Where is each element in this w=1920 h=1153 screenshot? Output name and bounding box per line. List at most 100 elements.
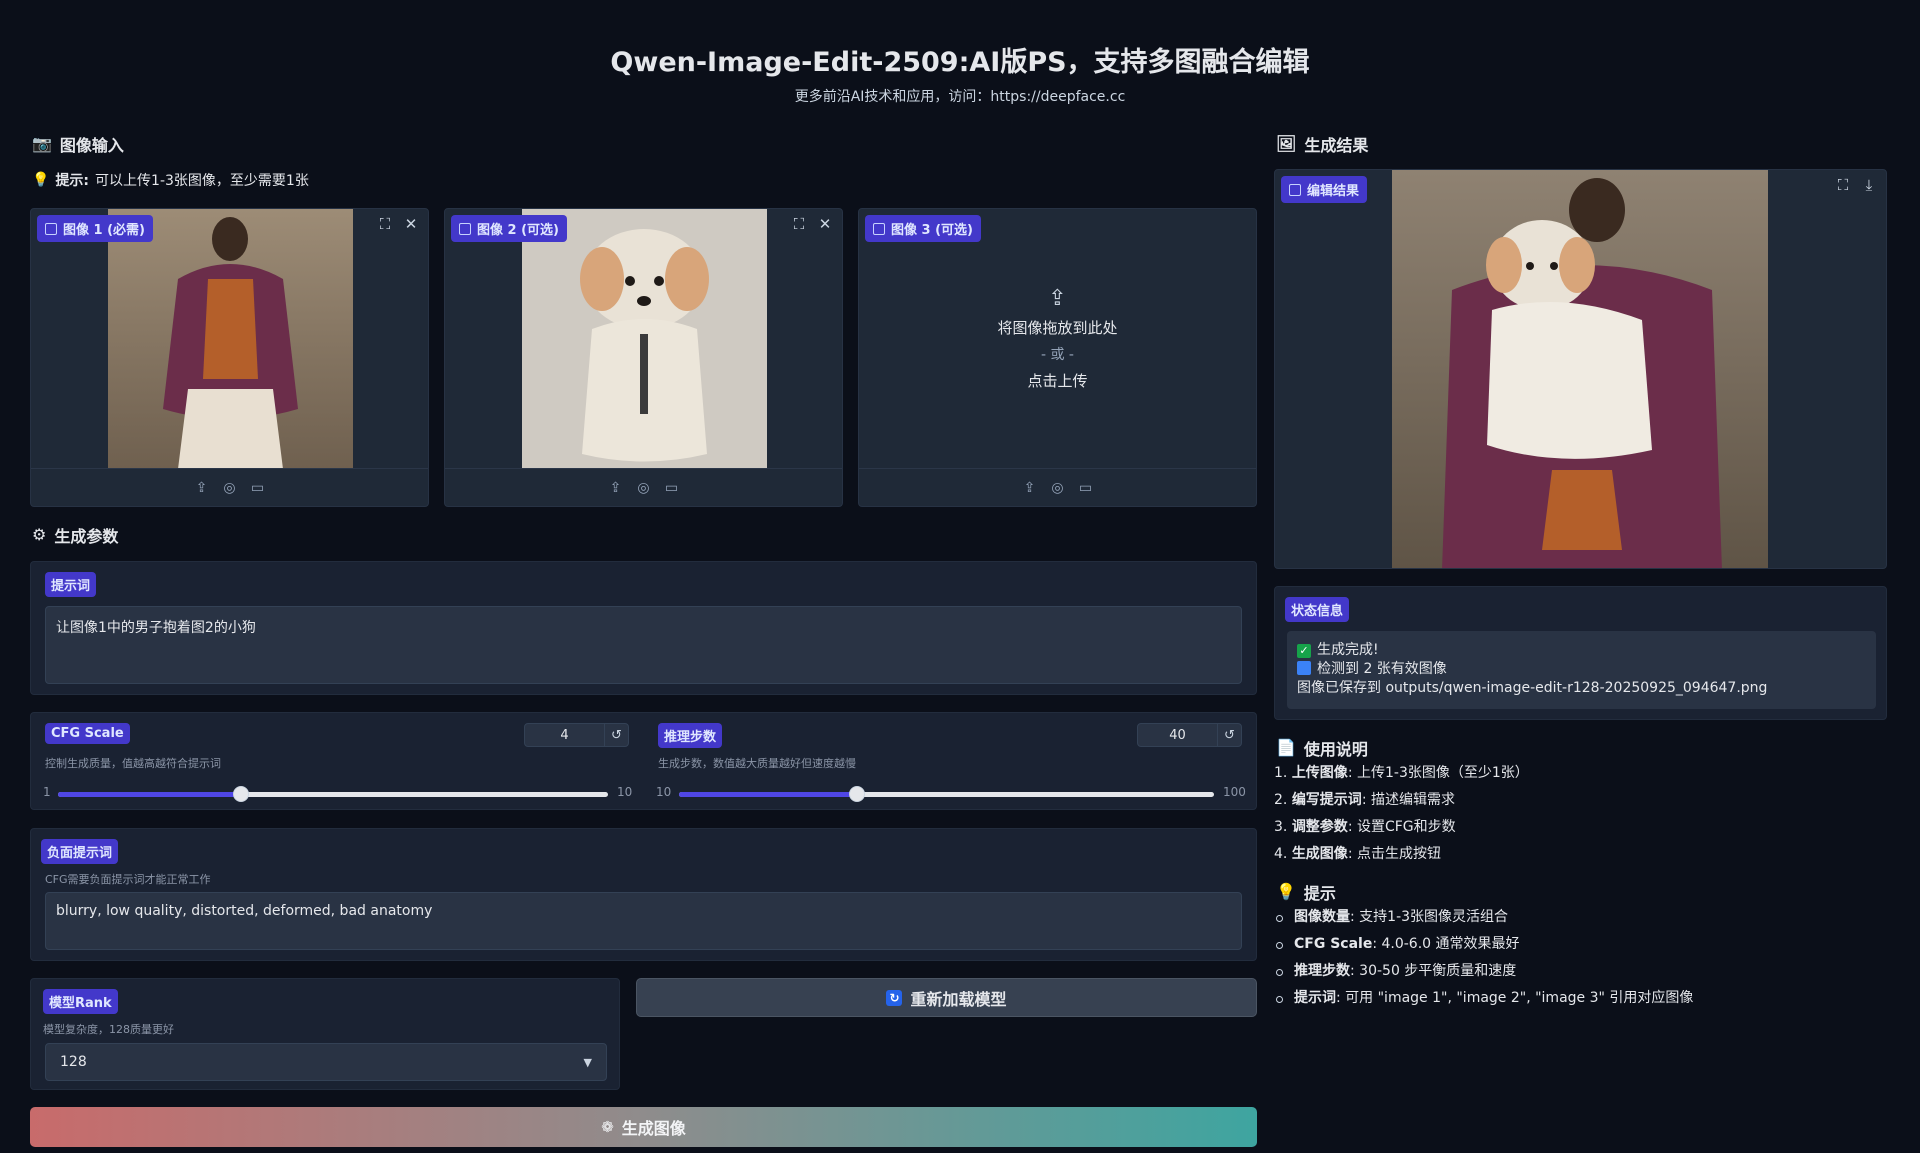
webcam-icon[interactable]: ◎ xyxy=(221,479,239,497)
reload-model-button[interactable]: ↻ 重新加载模型 xyxy=(636,978,1257,1017)
image-upload-2[interactable]: 图像 2 (可选) ⛶ ✕ ⇪ ◎ ▭ xyxy=(444,208,843,507)
tip-text: : 4.0-6.0 通常效果最好 xyxy=(1372,936,1520,952)
params-section-title: ⚙ 生成参数 xyxy=(32,523,118,547)
negative-prompt-value: blurry, low quality, distorted, deformed… xyxy=(56,903,433,919)
tip-text: : 支持1-3张图像灵活组合 xyxy=(1350,909,1509,925)
image-3-drop-zone[interactable]: ⇪ 将图像拖放到此处 - 或 - 点击上传 xyxy=(859,209,1256,468)
status-label: 状态信息 xyxy=(1285,597,1350,622)
fullscreen-icon[interactable]: ⛶ xyxy=(1834,176,1852,194)
lightbulb-icon: 💡 xyxy=(1276,882,1296,901)
prompt-input[interactable]: 让图像1中的男子抱着图2的小狗 xyxy=(45,606,1242,684)
usage-title-text: 使用说明 xyxy=(1303,740,1368,759)
reset-icon[interactable]: ↺ xyxy=(1217,724,1241,746)
tip-item: CFG Scale: 4.0-6.0 通常效果最好 xyxy=(1274,931,1894,958)
hint-label: 提示: xyxy=(55,173,90,189)
tip-title: 图像数量 xyxy=(1294,909,1350,925)
result-section-title: 🖼 生成结果 xyxy=(1276,132,1368,156)
download-icon[interactable]: ⤓ xyxy=(1860,176,1878,194)
fullscreen-icon[interactable]: ⛶ xyxy=(790,215,808,233)
prompt-value: 让图像1中的男子抱着图2的小狗 xyxy=(56,620,256,636)
clipboard-icon[interactable]: ▭ xyxy=(1077,479,1095,497)
steps-slider-thumb[interactable] xyxy=(849,786,866,802)
clipboard-icon[interactable]: ▭ xyxy=(663,479,681,497)
result-corner-buttons: ⛶ ⤓ xyxy=(1834,176,1878,194)
image-2-corner-buttons: ⛶ ✕ xyxy=(790,215,834,233)
palette-icon: ❁ xyxy=(601,1118,614,1136)
close-icon[interactable]: ✕ xyxy=(816,215,834,233)
cfg-slider[interactable] xyxy=(58,786,608,802)
result-image-label-text: 编辑结果 xyxy=(1307,184,1360,199)
sliders-panel: CFG Scale 4 ↺ 控制生成质量，值越高越符合提示词 1 10 推理步数… xyxy=(30,712,1257,810)
rank-select[interactable]: 128 ▼ xyxy=(45,1043,607,1081)
result-image-label: 编辑结果 xyxy=(1281,176,1368,203)
tip-item: 图像数量: 支持1-3张图像灵活组合 xyxy=(1274,904,1894,931)
tip-title: CFG Scale xyxy=(1294,936,1373,952)
chevron-down-icon: ▼ xyxy=(583,1055,592,1069)
status-line-1: ✓ 生成完成! xyxy=(1297,641,1866,660)
prompt-panel: 提示词 让图像1中的男子抱着图2的小狗 xyxy=(30,561,1257,695)
tip-item: 提示词: 可用 "image 1", "image 2", "image 3" … xyxy=(1274,985,1894,1012)
usage-step-number: 1. xyxy=(1274,765,1288,781)
usage-step-text: : 上传1-3张图像（至少1张） xyxy=(1347,765,1529,781)
close-icon[interactable]: ✕ xyxy=(402,215,420,233)
image-1-toolbar: ⇪ ◎ ▭ xyxy=(31,468,428,506)
cfg-slider-fill xyxy=(58,792,242,797)
image-2-label: 图像 2 (可选) xyxy=(451,215,567,242)
lightbulb-icon: 💡 xyxy=(32,172,50,188)
usage-step: 1. 上传图像: 上传1-3张图像（至少1张） xyxy=(1274,760,1874,787)
fullscreen-icon[interactable]: ⛶ xyxy=(376,215,394,233)
generate-label: 生成图像 xyxy=(621,1119,686,1138)
cfg-min: 1 xyxy=(43,785,51,799)
image-icon xyxy=(1289,183,1301,196)
drop-text: 将图像拖放到此处 xyxy=(997,319,1118,337)
tip-text: : 可用 "image 1", "image 2", "image 3" 引用对… xyxy=(1336,990,1694,1006)
hint-text: 可以上传1-3张图像，至少需要1张 xyxy=(95,173,309,189)
prompt-label: 提示词 xyxy=(45,572,97,597)
cfg-max: 10 xyxy=(617,785,633,799)
tips-list: 图像数量: 支持1-3张图像灵活组合 CFG Scale: 4.0-6.0 通常… xyxy=(1274,904,1894,1012)
usage-step-text: : 点击生成按钮 xyxy=(1347,846,1441,862)
usage-step-text: : 设置CFG和步数 xyxy=(1347,819,1456,835)
negative-prompt-input[interactable]: blurry, low quality, distorted, deformed… xyxy=(45,892,1242,950)
cfg-slider-thumb[interactable] xyxy=(233,786,250,802)
usage-step-number: 3. xyxy=(1274,819,1288,835)
usage-list: 1. 上传图像: 上传1-3张图像（至少1张） 2. 编写提示词: 描述编辑需求… xyxy=(1274,760,1874,868)
upload-icon[interactable]: ⇪ xyxy=(1021,479,1039,497)
image-2-toolbar: ⇪ ◎ ▭ xyxy=(445,468,842,506)
usage-step-title: 编写提示词 xyxy=(1291,792,1362,808)
upload-icon[interactable]: ⇪ xyxy=(607,479,625,497)
refresh-icon: ↻ xyxy=(886,989,903,1006)
image-1-preview xyxy=(108,209,353,469)
reset-icon[interactable]: ↺ xyxy=(604,724,628,746)
image-2-label-text: 图像 2 (可选) xyxy=(477,223,559,238)
image-upload-1[interactable]: 图像 1 (必需) ⛶ ✕ ⇪ ◎ ▭ xyxy=(30,208,429,507)
steps-number-input[interactable]: 40 ↺ xyxy=(1137,723,1242,747)
tip-item: 推理步数: 30-50 步平衡质量和速度 xyxy=(1274,958,1894,985)
upload-icon[interactable]: ⇪ xyxy=(193,479,211,497)
usage-step: 3. 调整参数: 设置CFG和步数 xyxy=(1274,814,1874,841)
input-section-title-text: 图像输入 xyxy=(59,136,124,155)
document-icon: 📄 xyxy=(1276,738,1296,757)
result-section-title-text: 生成结果 xyxy=(1304,136,1369,155)
rank-value: 128 xyxy=(60,1054,87,1070)
status-line-2: 检测到 2 张有效图像 xyxy=(1297,660,1866,679)
image-icon xyxy=(45,222,57,235)
status-panel: 状态信息 ✓ 生成完成! 检测到 2 张有效图像 图像已保存到 outputs/q… xyxy=(1274,586,1887,720)
generate-button[interactable]: ❁ 生成图像 xyxy=(30,1107,1257,1147)
tips-title-text: 提示 xyxy=(1303,884,1336,903)
params-section-title-text: 生成参数 xyxy=(54,527,119,546)
clipboard-icon[interactable]: ▭ xyxy=(249,479,267,497)
cfg-label: CFG Scale xyxy=(45,723,130,744)
usage-step-number: 4. xyxy=(1274,846,1288,862)
webcam-icon[interactable]: ◎ xyxy=(635,479,653,497)
webcam-icon[interactable]: ◎ xyxy=(1049,479,1067,497)
status-line-3: 图像已保存到 outputs/qwen-image-edit-r128-2025… xyxy=(1297,680,1768,696)
steps-slider[interactable] xyxy=(679,786,1214,802)
check-icon: ✓ xyxy=(1297,644,1311,658)
status-output: ✓ 生成完成! 检测到 2 张有效图像 图像已保存到 outputs/qwen-i… xyxy=(1287,631,1876,709)
image-upload-3[interactable]: 图像 3 (可选) ⇪ 将图像拖放到此处 - 或 - 点击上传 ⇪ ◎ ▭ xyxy=(858,208,1257,507)
usage-step-title: 生成图像 xyxy=(1291,846,1348,862)
drop-or-text: - 或 - xyxy=(1040,347,1074,363)
steps-label: 推理步数 xyxy=(658,723,723,748)
cfg-number-input[interactable]: 4 ↺ xyxy=(524,723,629,747)
